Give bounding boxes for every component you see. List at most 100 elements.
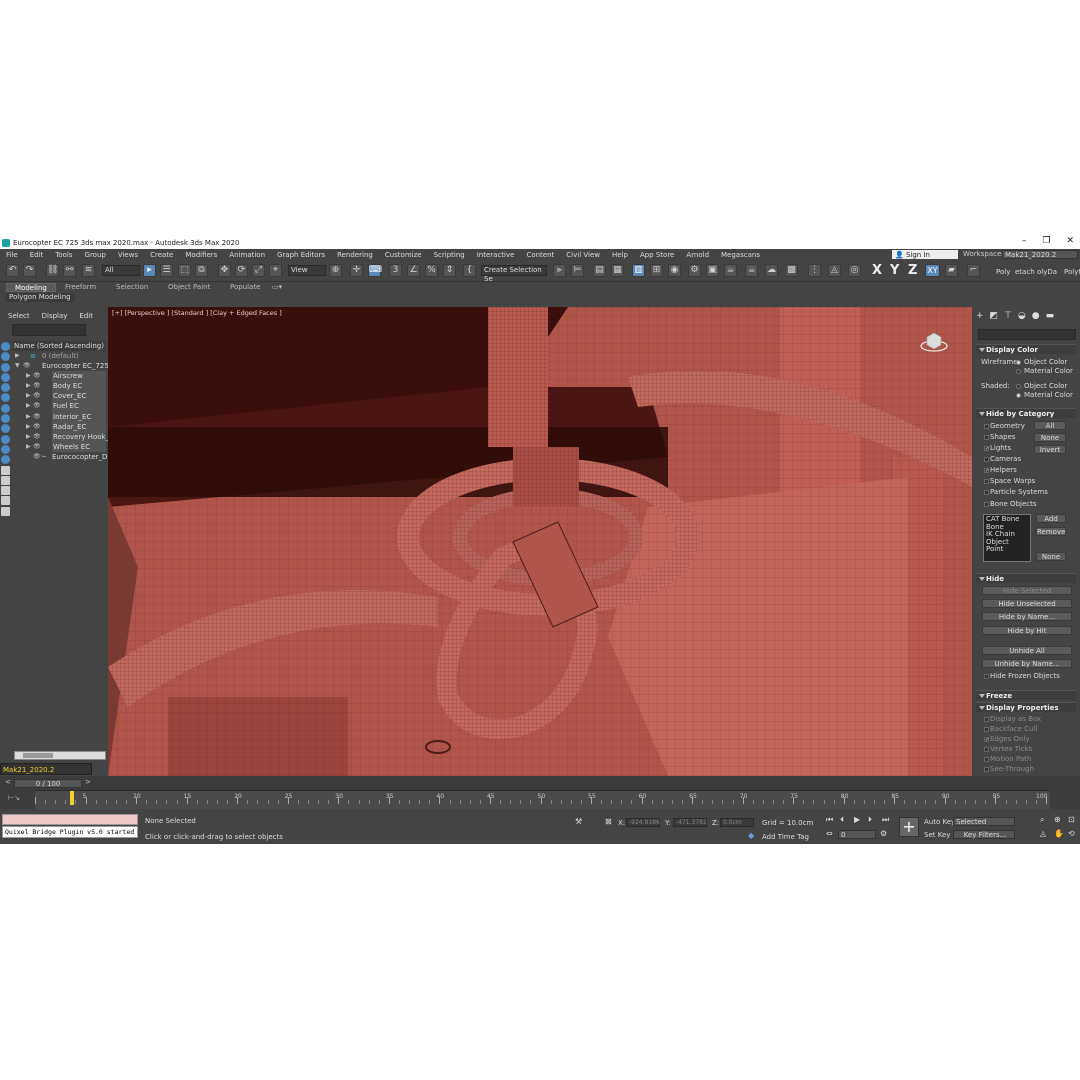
lock-icon[interactable] xyxy=(1,506,10,516)
y-coord-field[interactable]: -471.3782 xyxy=(673,818,707,827)
shaded-material-color-radio[interactable] xyxy=(1016,393,1021,398)
freeze-rollout[interactable]: Freeze xyxy=(976,690,1076,700)
vertex-ticks-checkbox[interactable] xyxy=(984,747,989,752)
rotate-icon[interactable]: ⟳ xyxy=(235,264,248,277)
utilities-tab-icon[interactable]: ▬ xyxy=(1046,311,1055,321)
place-icon[interactable]: ⌖ xyxy=(269,264,282,277)
remove-button[interactable]: Remove xyxy=(1036,527,1066,536)
orbit-icon[interactable]: ⟲ xyxy=(1068,829,1075,838)
snaps-toggle-icon[interactable]: 3 xyxy=(389,264,402,277)
selection-filter-dropdown[interactable]: All xyxy=(102,265,140,276)
menu-scripting[interactable]: Scripting xyxy=(428,251,471,259)
schematic-view-icon[interactable]: ⊞ xyxy=(650,264,663,277)
ribbon-options-icon[interactable]: ▭▾ xyxy=(272,283,282,291)
current-frame-field[interactable]: 0 xyxy=(838,830,876,839)
fov-icon[interactable]: ◬ xyxy=(1040,829,1046,838)
filter-bones-icon[interactable] xyxy=(1,424,10,434)
expand-icon[interactable]: ▶ xyxy=(26,401,31,411)
extrude-icon[interactable]: ⌐ xyxy=(967,264,980,277)
hide-rollout[interactable]: Hide xyxy=(976,573,1076,583)
add-time-tag-button[interactable]: Add Time Tag xyxy=(762,833,809,841)
particle-systems-checkbox[interactable] xyxy=(984,490,989,495)
command-panel-field[interactable] xyxy=(978,329,1076,340)
unlink-icon[interactable]: ⚯ xyxy=(63,264,76,277)
scene-tab-display[interactable]: Display xyxy=(42,312,68,320)
eye-icon[interactable]: 👁 xyxy=(33,442,41,452)
collapse-icon[interactable]: ▼ xyxy=(15,361,20,371)
menu-views[interactable]: Views xyxy=(112,251,144,259)
layer-explorer-icon[interactable]: ▤ xyxy=(593,264,606,277)
menu-tools[interactable]: Tools xyxy=(49,251,78,259)
key-mode-icon[interactable]: ⊢↘ xyxy=(8,794,20,802)
menu-arnold[interactable]: Arnold xyxy=(680,251,715,259)
shapes-checkbox[interactable] xyxy=(984,435,989,440)
create-tab-icon[interactable]: + xyxy=(976,311,984,321)
cameras-checkbox[interactable] xyxy=(984,457,989,462)
isolate-selection-icon[interactable]: ⚒ xyxy=(575,817,582,826)
keyboard-shortcut-override-icon[interactable]: ⌨ xyxy=(368,264,382,277)
display-properties-rollout[interactable]: Display Properties xyxy=(976,702,1076,712)
axis-z-constraint[interactable]: Z xyxy=(908,263,917,278)
tab-freeform[interactable]: Freeform xyxy=(65,283,96,291)
filter-hidden-icon[interactable] xyxy=(1,455,10,465)
list-item[interactable]: IK Chain Object xyxy=(986,530,1028,546)
add-button[interactable]: Add xyxy=(1036,514,1066,523)
minimize-icon[interactable]: – xyxy=(1022,236,1027,246)
menu-interactive[interactable]: Interactive xyxy=(471,251,521,259)
filter-groups-icon[interactable] xyxy=(1,403,10,413)
modify-tab-icon[interactable]: ◩ xyxy=(990,311,999,321)
tab-object-paint[interactable]: Object Paint xyxy=(168,283,210,291)
panel-polygon-modeling[interactable]: Polygon Modeling xyxy=(6,293,74,302)
time-config-icon[interactable]: ⚙ xyxy=(880,829,887,838)
unhide-by-name-button[interactable]: Unhide by Name... xyxy=(982,659,1072,668)
eye-icon[interactable]: 👁 xyxy=(33,432,41,442)
motion-path-checkbox[interactable] xyxy=(984,757,989,762)
auto-key-button[interactable]: Auto Key xyxy=(924,818,955,826)
edit-named-selection-icon[interactable]: { xyxy=(463,264,476,277)
wireframe-material-color-radio[interactable] xyxy=(1016,369,1021,374)
filter-xrefs-icon[interactable] xyxy=(1,414,10,424)
zoom-all-icon[interactable]: ⊕ xyxy=(1054,815,1061,824)
track-bar[interactable]: ⊢↘ 5 10 15 20 25 30 35 40 45 50 55 60 65 70 75 80 85 90 95… xyxy=(0,790,1080,809)
menu-file[interactable]: File xyxy=(0,251,24,259)
menu-edit[interactable]: Edit xyxy=(24,251,50,259)
hide-by-hit-button[interactable]: Hide by Hit xyxy=(982,626,1072,635)
time-tag-icon[interactable]: ◆ xyxy=(748,831,754,840)
rect-selection-icon[interactable]: ⬚ xyxy=(178,264,191,277)
perspective-viewport[interactable]: [+] [Perspective ] [Standard ] [Clay + E… xyxy=(108,307,972,776)
z-coord-field[interactable]: 0.0cm xyxy=(720,818,754,827)
percent-snap-icon[interactable]: % xyxy=(425,264,438,277)
tree-item[interactable]: ▶ 👁 Cover_EC xyxy=(12,391,106,402)
workspace-dropdown[interactable]: Mak21_2020.2 xyxy=(1002,250,1078,259)
filter-frozen-icon[interactable] xyxy=(1,444,10,454)
angle-snap-icon[interactable]: ∠ xyxy=(407,264,420,277)
scene-column-header[interactable]: Name (Sorted Ascending) xyxy=(12,341,106,351)
menu-create[interactable]: Create xyxy=(144,251,179,259)
filter-invert-icon[interactable] xyxy=(1,486,10,496)
rendered-frame-icon[interactable]: ▣ xyxy=(706,264,719,277)
tree-item[interactable]: ▶ 👁 Radar_EC xyxy=(12,421,106,432)
eye-icon[interactable]: 👁 xyxy=(33,391,41,401)
arnold-icon[interactable]: ◬ xyxy=(828,264,841,277)
maximize-icon[interactable]: ❐ xyxy=(1042,236,1050,246)
select-by-name-icon[interactable]: ☰ xyxy=(160,264,173,277)
material-editor-icon[interactable]: ◉ xyxy=(668,264,681,277)
eye-icon[interactable]: 👁 xyxy=(33,371,41,381)
zoom-extents-icon[interactable]: ⊡ xyxy=(1068,815,1075,824)
scene-tab-select[interactable]: Select xyxy=(8,312,30,320)
edges-only-checkbox[interactable]: ✓ xyxy=(984,737,989,743)
timeline-ruler[interactable]: 5 10 15 20 25 30 35 40 45 50 55 60 65 70 75 80 85 90 95 100 xyxy=(35,790,1050,809)
eye-icon[interactable]: 👁 xyxy=(33,401,41,411)
go-to-end-icon[interactable]: ⏭ xyxy=(882,815,889,825)
category-listbox[interactable]: CAT Bone Bone IK Chain Object Point xyxy=(983,514,1031,562)
layer-dropdown[interactable]: Mak21_2020.2 xyxy=(0,763,92,775)
menu-rendering[interactable]: Rendering xyxy=(331,251,379,259)
filter-cameras-icon[interactable] xyxy=(1,372,10,382)
viewcube-icon[interactable] xyxy=(920,327,948,355)
track-view-icon[interactable]: ⋮ xyxy=(808,264,821,277)
hide-by-name-button[interactable]: Hide by Name... xyxy=(982,612,1072,621)
render-iterative-icon[interactable]: ☕ xyxy=(745,264,758,277)
eye-icon[interactable]: 👁 xyxy=(33,422,41,432)
viewport-label[interactable]: [+] [Perspective ] [Standard ] [Clay + E… xyxy=(112,309,282,317)
zoom-icon[interactable]: ⌕ xyxy=(1040,815,1044,825)
